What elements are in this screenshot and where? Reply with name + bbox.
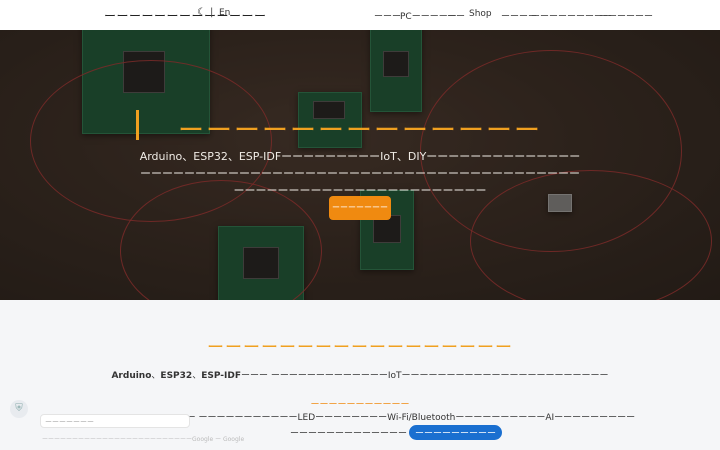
consent-subtext: ーーーーーーーーーーーーーーーーーーーーーーーーーGoogle ー Google [42,436,245,443]
nav-item-shop[interactable]: Shop [469,9,492,19]
section-last-line: ーーーーーーーーーーーーー ーーーーーーーーー [290,425,503,440]
section-description: Arduino、ESP32、ESP-IDFーーー ーーーーーーーーーーーーーIo… [0,368,720,381]
separator: | [210,7,214,18]
consent-box[interactable]: ーーーーーーー [40,414,190,428]
site-header: ーーーーーーーーーーーーー ☾ | En ーーー PCーーーーー ーー Shop… [0,0,720,31]
site-brand[interactable]: ーーーーーーーーーーーーー [104,7,267,24]
keyword-esp-idf: ESP-IDF [201,371,241,381]
nav-item-1[interactable]: ーーー [374,9,401,22]
keyword-esp32: ESP32 [160,371,193,381]
desc-rest: ーーー ーーーーーーーーーーーーーIoTーーーーーーーーーーーーーーーーーーーー… [240,371,609,381]
last-line-text: ーーーーーーーーーーーーー [290,429,408,439]
moon-icon[interactable]: ☾ [197,8,207,18]
desc-sep: 、 [192,371,202,381]
hero-banner: ーーーーーーーーーーーーー Arduino、ESP32、ESP-IDFーーーーー… [0,30,720,300]
shield-icon[interactable]: ⛨ [10,400,28,418]
nav-item-3[interactable]: ーー [447,9,465,22]
highlight-pill-link[interactable]: ーーーーーーーーー [409,425,503,440]
language-switch[interactable]: En [219,8,230,18]
hero-description: Arduino、ESP32、ESP-IDFーーーーーーーーーIoT、DIYーーー… [139,150,581,197]
hero-cta-button[interactable]: ーーーーーーー [329,196,391,220]
section-subheading: ーーーーーーーーーーー [310,400,410,410]
section-title: ーーーーーーーーーーーーーーーーー [207,338,513,358]
nav-item-6[interactable]: ーーー [531,9,558,22]
keyword-arduino: Arduino [111,371,152,381]
nav-item-8[interactable]: ーーーーーー [599,9,653,22]
hero-title: ーーーーーーーーーーーーー [177,116,542,146]
